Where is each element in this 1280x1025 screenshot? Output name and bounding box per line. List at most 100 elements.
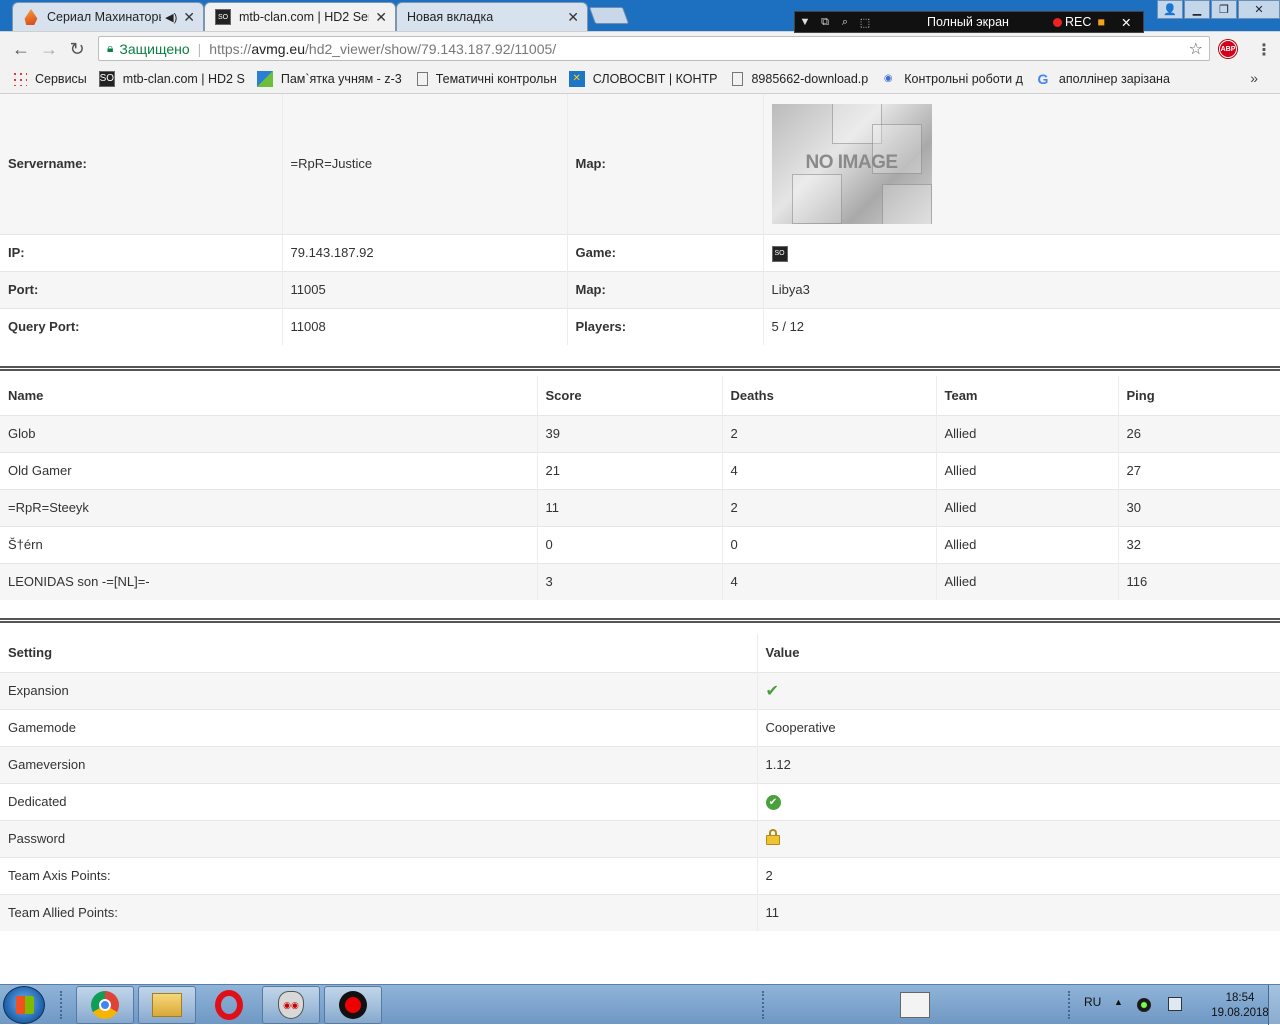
tab-new[interactable]: Новая вкладка ✕	[396, 2, 588, 31]
bookmark-mtb[interactable]: SO mtb-clan.com | HD2 S	[98, 70, 245, 87]
tab-serial[interactable]: Сериал Махинаторы ◀) ✕	[12, 2, 204, 31]
language-indicator[interactable]: RU	[1084, 995, 1101, 1009]
tab-title: Новая вкладка	[407, 10, 494, 24]
taskbar-grip	[1068, 991, 1072, 1019]
clock-time: 18:54	[1225, 992, 1255, 1004]
setting-name: Dedicated	[0, 782, 758, 820]
speaker-icon[interactable]: ◀)	[165, 11, 177, 24]
col-value-header: Value	[757, 634, 1280, 672]
record-dot-icon	[1053, 17, 1062, 27]
record-dot-shape	[345, 997, 361, 1013]
user-icon[interactable]: 👤	[1157, 0, 1183, 19]
clock-date: 19.08.2018	[1211, 1007, 1269, 1019]
cube-shape	[881, 183, 932, 224]
bookmark-label: Сервисы	[35, 71, 87, 86]
bookmark-slovosvit[interactable]: ✕ СЛОВОСВІТ | КОНТР	[568, 70, 717, 87]
pen-tool-icon[interactable]	[900, 992, 930, 1018]
setting-value: 11	[757, 893, 1280, 931]
setting-name: Team Axis Points:	[0, 856, 758, 894]
lock-icon: 🔒︎	[107, 41, 114, 55]
fullscreen-label[interactable]: Полный экран	[927, 15, 1047, 29]
tray-expand-icon[interactable]: ▲	[1114, 997, 1123, 1007]
col-deaths-header[interactable]: Deaths	[722, 376, 937, 415]
close-tab-icon[interactable]: ✕	[375, 9, 387, 26]
bookmark-star-icon[interactable]: ☆	[1189, 39, 1203, 59]
dropdown-icon[interactable]: ▼	[795, 16, 815, 28]
setting-name: Expansion	[0, 671, 758, 709]
col-ping-header[interactable]: Ping	[1118, 376, 1280, 415]
tab-mtb-clan[interactable]: SO mtb-clan.com | HD2 Serv ✕	[204, 2, 396, 31]
address-bar[interactable]: 🔒︎ Защищено | https:// avmg.eu /hd2_view…	[98, 36, 1210, 61]
bookmark-label: Контрольні роботи д	[904, 71, 1023, 86]
setting-value: ✔	[757, 671, 1280, 709]
close-window-button[interactable]: ✕	[1238, 0, 1280, 19]
minimize-button[interactable]: ▁	[1184, 0, 1210, 19]
start-button[interactable]	[3, 986, 45, 1024]
browser-toolbar: ← → ↻ 🔒︎ Защищено | https:// avmg.eu /hd…	[0, 31, 1280, 64]
map-value: Libya3	[763, 270, 1280, 308]
restore-button[interactable]: ❐	[1211, 0, 1237, 19]
camera-icon[interactable]: ■	[1097, 15, 1105, 29]
so-game-icon: SO	[98, 70, 115, 87]
status-indicator-icon[interactable]	[1137, 998, 1151, 1012]
reload-icon[interactable]: ↻	[66, 38, 88, 60]
bookmark-download[interactable]: 8985662-download.p	[729, 71, 868, 86]
explorer-taskbar-button[interactable]	[138, 986, 196, 1024]
network-icon[interactable]	[1168, 997, 1182, 1011]
close-tab-icon[interactable]: ✕	[183, 9, 195, 26]
server-info-table: Servername: =RpR=Justice Map: NO IMAGE I…	[0, 94, 1280, 345]
more-bookmarks-icon[interactable]: »	[1250, 70, 1258, 86]
servername-value: =RpR=Justice	[282, 94, 568, 234]
col-score-header[interactable]: Score	[537, 376, 723, 415]
setting-value	[757, 819, 1280, 857]
server-row-name: Servername: =RpR=Justice Map: NO IMAGE	[0, 94, 1280, 234]
window-icon[interactable]: ⧉	[815, 16, 835, 29]
player-deaths: 4	[722, 562, 937, 600]
server-row-query: Query Port: 11008 Players: 5 / 12	[0, 307, 1280, 345]
bookmark-pamyatka[interactable]: Пам`ятка учням - z-3	[256, 70, 402, 87]
close-tab-icon[interactable]: ✕	[567, 9, 579, 26]
recorder-overlay: ▼ ⧉ ⌕ ⬚ Полный экран REC ■ ✕	[794, 11, 1144, 33]
menu-dots-icon[interactable]: ⋮	[1256, 40, 1272, 60]
fire-favicon-icon	[24, 9, 38, 25]
new-tab-button[interactable]	[588, 7, 630, 24]
opera-icon	[215, 990, 243, 1020]
slovosvit-icon: ✕	[568, 70, 585, 87]
bookmark-apps[interactable]: Сервисы	[12, 71, 87, 86]
player-team: Allied	[936, 414, 1119, 452]
separator: |	[197, 40, 202, 57]
apps-grid-icon	[12, 71, 27, 86]
show-desktop-button[interactable]	[1268, 985, 1280, 1025]
bookmark-tematychni[interactable]: Тематичні контрольн	[414, 71, 557, 86]
zoom-icon[interactable]: ⌕	[835, 16, 855, 29]
clock[interactable]: 18:54 19.08.2018	[1208, 991, 1272, 1021]
adblock-icon[interactable]: ABP	[1219, 40, 1237, 58]
col-name-header[interactable]: Name	[0, 376, 538, 415]
setting-value: 2	[757, 856, 1280, 894]
player-ping: 30	[1118, 488, 1280, 526]
taskbar-grip	[60, 991, 64, 1019]
players-header-row: Name Score Deaths Team Ping	[0, 376, 1280, 415]
player-deaths: 4	[722, 451, 937, 489]
back-icon[interactable]: ←	[10, 38, 32, 60]
wolf-taskbar-button[interactable]: ◉◉	[262, 986, 320, 1024]
chrome-taskbar-button[interactable]	[76, 986, 134, 1024]
player-team: Allied	[936, 525, 1119, 563]
setting-value: Cooperative	[757, 708, 1280, 746]
opera-taskbar-button[interactable]	[200, 986, 258, 1024]
bookmark-kontrolni[interactable]: ◉ Контрольні роботи д	[880, 71, 1023, 87]
recorder-icon	[339, 991, 367, 1019]
forward-icon[interactable]: →	[38, 38, 60, 60]
cube-shape	[791, 173, 842, 224]
bookmark-google[interactable]: G аполлінер зарізана	[1035, 71, 1169, 87]
recorder-taskbar-button[interactable]	[324, 986, 382, 1024]
chrome-center-shape	[99, 999, 111, 1011]
region-icon[interactable]: ⬚	[855, 16, 875, 29]
setting-row: Expansion ✔	[0, 671, 1280, 709]
rec-label[interactable]: REC	[1065, 15, 1091, 29]
col-team-header[interactable]: Team	[936, 376, 1119, 415]
setting-row: Team Axis Points: 2	[0, 856, 1280, 894]
setting-name: Team Allied Points:	[0, 893, 758, 931]
close-recorder-icon[interactable]: ✕	[1121, 15, 1131, 30]
